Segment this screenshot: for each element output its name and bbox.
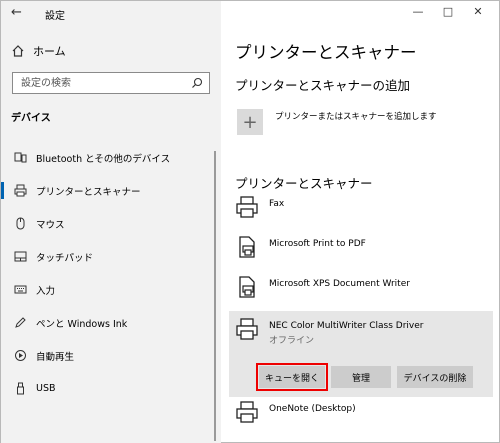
mouse-icon: [13, 217, 27, 231]
search-icon[interactable]: [191, 77, 203, 89]
sidebar-item-label: 入力: [36, 285, 56, 297]
sidebar-item-label: USB: [36, 383, 56, 394]
content-pane: — □ ✕ プリンターとスキャナー プリンターとスキャナーの追加 + プリンター…: [221, 1, 499, 442]
printer-item-fax[interactable]: Fax: [235, 195, 485, 219]
sidebar-item-label: プリンターとスキャナー: [36, 186, 141, 198]
sidebar-item-mouse[interactable]: マウス: [1, 207, 221, 240]
title-bar: ← 設定: [1, 1, 221, 27]
sidebar-item-touchpad[interactable]: タッチパッド: [1, 240, 221, 273]
search-box[interactable]: [12, 72, 210, 94]
printer-name: Fax: [269, 199, 285, 209]
sidebar-scrollbar[interactable]: [214, 151, 216, 441]
sidebar-item-label: ペンと Windows Ink: [36, 318, 128, 330]
sidebar-item-usb[interactable]: USB: [1, 372, 221, 405]
sidebar-item-pen[interactable]: ペンと Windows Ink: [1, 306, 221, 339]
touchpad-icon: [13, 250, 27, 264]
sidebar-item-label: 自動再生: [36, 351, 75, 363]
settings-window: ← 設定 ホーム デバイス Bluetooth とその他のデバイス: [0, 0, 500, 443]
page-title: プリンターとスキャナー: [235, 43, 417, 62]
section-heading: デバイス: [11, 113, 51, 124]
window-controls: — □ ✕: [403, 5, 493, 18]
sidebar-item-label: マウス: [36, 219, 65, 231]
add-icon[interactable]: +: [237, 109, 263, 135]
sidebar-item-bluetooth[interactable]: Bluetooth とその他のデバイス: [1, 141, 221, 174]
add-printer-label: プリンターまたはスキャナーを追加します: [275, 112, 437, 122]
printer-item-onenote[interactable]: OneNote (Desktop): [235, 400, 485, 424]
printer-status: オフライン: [269, 336, 315, 346]
printer-item-pdf[interactable]: Microsoft Print to PDF: [235, 235, 485, 259]
add-printer-row[interactable]: + プリンターまたはスキャナーを追加します: [237, 109, 437, 135]
printer-actions: キューを開く 管理 デバイスの削除: [256, 363, 473, 391]
printer-icon: [236, 401, 258, 423]
printer-name: Microsoft XPS Document Writer: [269, 279, 410, 289]
sidebar-item-printers[interactable]: プリンターとスキャナー: [1, 174, 221, 207]
printer-item-nec[interactable]: NEC Color MultiWriter Class Driver オフライン: [235, 317, 485, 346]
printer-icon: [236, 318, 258, 340]
pen-icon: [13, 316, 27, 330]
usb-icon: [13, 382, 27, 396]
manage-button[interactable]: 管理: [331, 366, 391, 388]
sidebar-item-input[interactable]: 入力: [1, 273, 221, 306]
document-printer-icon: [239, 276, 255, 298]
bluetooth-device-icon: [13, 151, 27, 165]
printer-list-heading: プリンターとスキャナー: [235, 176, 373, 191]
autoplay-icon: [13, 349, 27, 363]
printer-name: OneNote (Desktop): [269, 404, 356, 414]
printer-item-xps[interactable]: Microsoft XPS Document Writer: [235, 275, 485, 299]
sidebar: ← 設定 ホーム デバイス Bluetooth とその他のデバイス: [1, 1, 221, 443]
home-link[interactable]: ホーム: [11, 41, 66, 61]
home-icon: [12, 45, 24, 57]
add-section-heading: プリンターとスキャナーの追加: [235, 78, 411, 93]
sidebar-item-label: タッチパッド: [36, 252, 94, 264]
minimize-icon[interactable]: —: [403, 5, 433, 18]
printer-name: NEC Color MultiWriter Class Driver: [269, 321, 424, 331]
printer-icon: [13, 184, 27, 198]
printer-name: Microsoft Print to PDF: [269, 239, 366, 249]
close-icon[interactable]: ✕: [463, 5, 493, 18]
fax-printer-icon: [236, 196, 258, 218]
remove-device-button[interactable]: デバイスの削除: [397, 366, 473, 388]
open-queue-button[interactable]: キューを開く: [256, 363, 328, 391]
search-input[interactable]: [13, 73, 183, 93]
document-printer-icon: [239, 236, 255, 258]
sidebar-item-label: Bluetooth とその他のデバイス: [36, 153, 171, 165]
home-label: ホーム: [33, 45, 66, 58]
window-title: 設定: [45, 11, 65, 22]
maximize-icon[interactable]: □: [433, 5, 463, 18]
sidebar-nav: Bluetooth とその他のデバイス プリンターとスキャナー マウス タッチパ…: [1, 141, 221, 405]
keyboard-icon: [13, 283, 27, 297]
back-arrow-icon[interactable]: ←: [11, 5, 22, 20]
sidebar-item-autoplay[interactable]: 自動再生: [1, 339, 221, 372]
